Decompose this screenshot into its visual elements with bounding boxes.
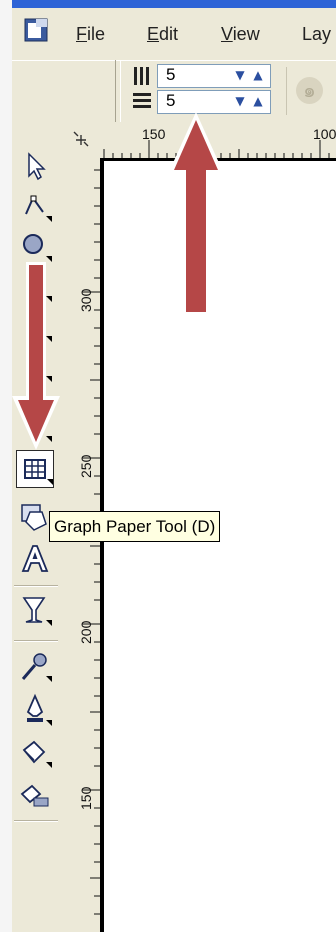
hruler-label-150: 150 xyxy=(142,126,166,142)
vruler-label-300: 300 xyxy=(78,288,94,312)
page-border-left xyxy=(100,158,104,932)
shape-tool-icon[interactable] xyxy=(16,188,54,226)
toolbar-grip[interactable] xyxy=(115,60,121,122)
ruler-origin-corner[interactable] xyxy=(64,122,100,158)
annotation-arrow-up xyxy=(168,112,224,316)
menu-layout[interactable]: Lay xyxy=(302,24,331,45)
hruler-label-100: 100 xyxy=(313,126,336,142)
rows-decrement-icon[interactable]: ▼ xyxy=(232,93,248,110)
vertical-ruler-ticks xyxy=(82,169,100,915)
pick-tool-icon[interactable] xyxy=(16,148,54,186)
toolbox-divider-highlight xyxy=(14,586,58,587)
menu-edit-label: dit xyxy=(159,24,179,44)
menu-view-label: iew xyxy=(232,24,260,44)
ruler-origin-icon xyxy=(73,131,89,147)
menu-edit[interactable]: Edit xyxy=(147,24,178,45)
toolbox-divider-highlight xyxy=(14,641,58,642)
page-margin xyxy=(0,0,12,932)
toolbar-separator xyxy=(286,67,287,115)
menu-edit-accel: E xyxy=(147,24,160,44)
menu-file-label: ile xyxy=(87,24,106,44)
text-tool-icon[interactable] xyxy=(16,540,54,578)
eyedropper-tool-icon[interactable] xyxy=(16,648,54,686)
rows-increment-icon[interactable]: ▲ xyxy=(250,93,266,110)
interactive-blend-tool-icon[interactable] xyxy=(16,592,54,630)
spiral-tool-icon[interactable]: ๑ xyxy=(296,77,323,104)
vruler-label-150: 150 xyxy=(78,786,94,810)
graph-paper-tooltip: Graph Paper Tool (D) xyxy=(49,511,221,542)
columns-icon xyxy=(131,65,153,87)
menu-file-accel: F xyxy=(76,24,87,44)
fill-tool-icon[interactable] xyxy=(16,734,54,772)
title-bar-edge xyxy=(12,0,336,8)
outline-tool-icon[interactable] xyxy=(16,692,54,730)
interactive-fill-tool-icon[interactable] xyxy=(16,776,54,814)
vruler-label-250: 250 xyxy=(78,454,94,478)
menu-file[interactable]: File xyxy=(76,24,105,45)
menu-view-accel: V xyxy=(221,24,233,44)
columns-spinbox[interactable]: 5 ▼ ▲ xyxy=(157,64,271,88)
annotation-arrow-down xyxy=(12,262,60,450)
vruler-label-200: 200 xyxy=(78,620,94,644)
vertical-ruler[interactable] xyxy=(64,158,101,932)
menu-layout-label: Lay xyxy=(302,24,332,44)
toolbox-divider-highlight xyxy=(14,821,58,822)
columns-value[interactable]: 5 xyxy=(166,65,175,85)
document-icon[interactable] xyxy=(24,18,48,42)
columns-decrement-icon[interactable]: ▼ xyxy=(232,67,248,84)
columns-increment-icon[interactable]: ▲ xyxy=(250,67,266,84)
screenshot-stage: File Edit View Lay 5 ▼ ▲ 5 ▼ ▲ ๑ 150 100… xyxy=(0,0,336,932)
menu-view[interactable]: View xyxy=(221,24,260,45)
rows-icon xyxy=(131,90,153,112)
